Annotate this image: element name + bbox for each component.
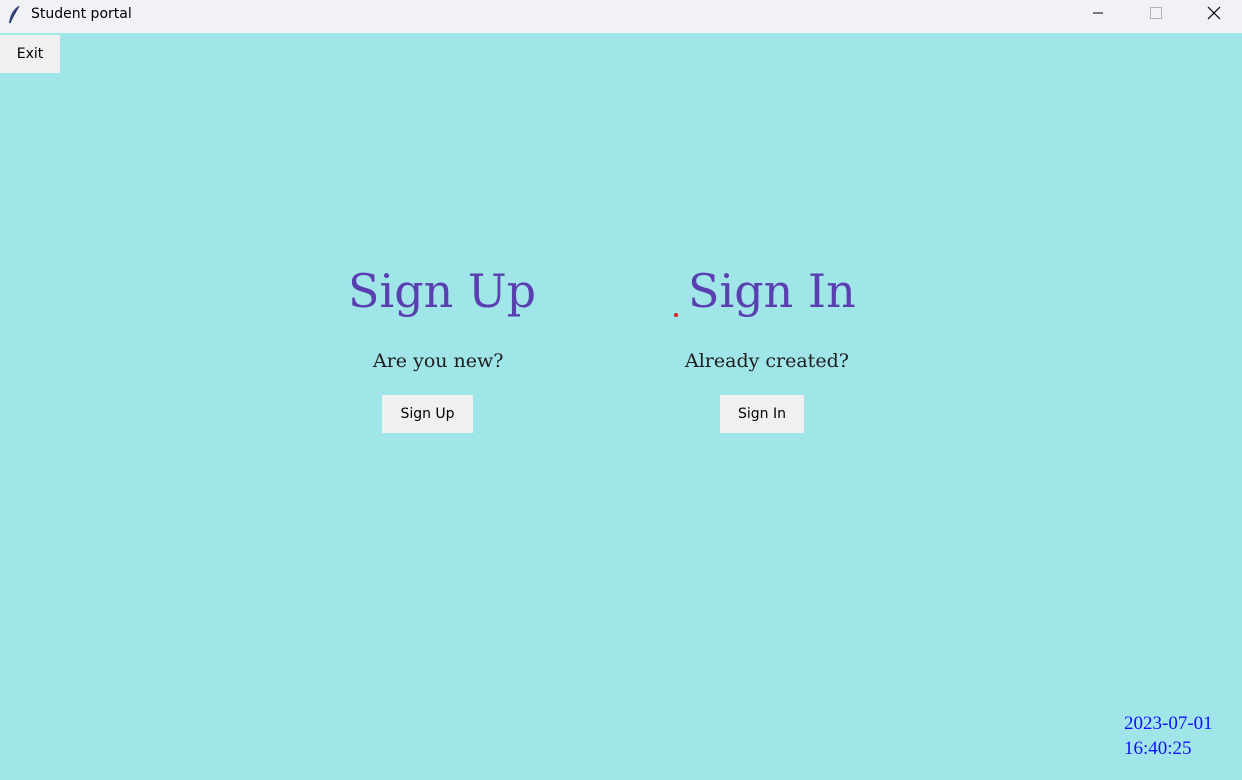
signup-subtitle: Are you new? xyxy=(373,350,504,372)
close-icon xyxy=(1207,6,1221,25)
app-window: Student portal Exit Sign Up Sign In Are … xyxy=(0,0,1242,780)
clock-date: 2023-07-01 xyxy=(1124,713,1213,734)
window-title: Student portal xyxy=(31,6,132,22)
exit-button[interactable]: Exit xyxy=(0,35,60,73)
feather-icon xyxy=(7,5,21,25)
signin-subtitle: Already created? xyxy=(685,350,849,372)
signin-button[interactable]: Sign In xyxy=(720,395,804,433)
signup-heading: Sign Up xyxy=(348,264,537,318)
signup-button[interactable]: Sign Up xyxy=(382,395,473,433)
minimize-button[interactable] xyxy=(1069,0,1127,30)
cursor-dot xyxy=(674,313,678,317)
minimize-icon xyxy=(1092,6,1104,24)
close-button[interactable] xyxy=(1185,0,1242,30)
maximize-icon xyxy=(1150,6,1162,24)
signin-heading: Sign In xyxy=(688,264,856,318)
title-bar[interactable]: Student portal xyxy=(0,0,1242,33)
maximize-button[interactable] xyxy=(1127,0,1185,30)
clock-time: 16:40:25 xyxy=(1124,738,1192,759)
